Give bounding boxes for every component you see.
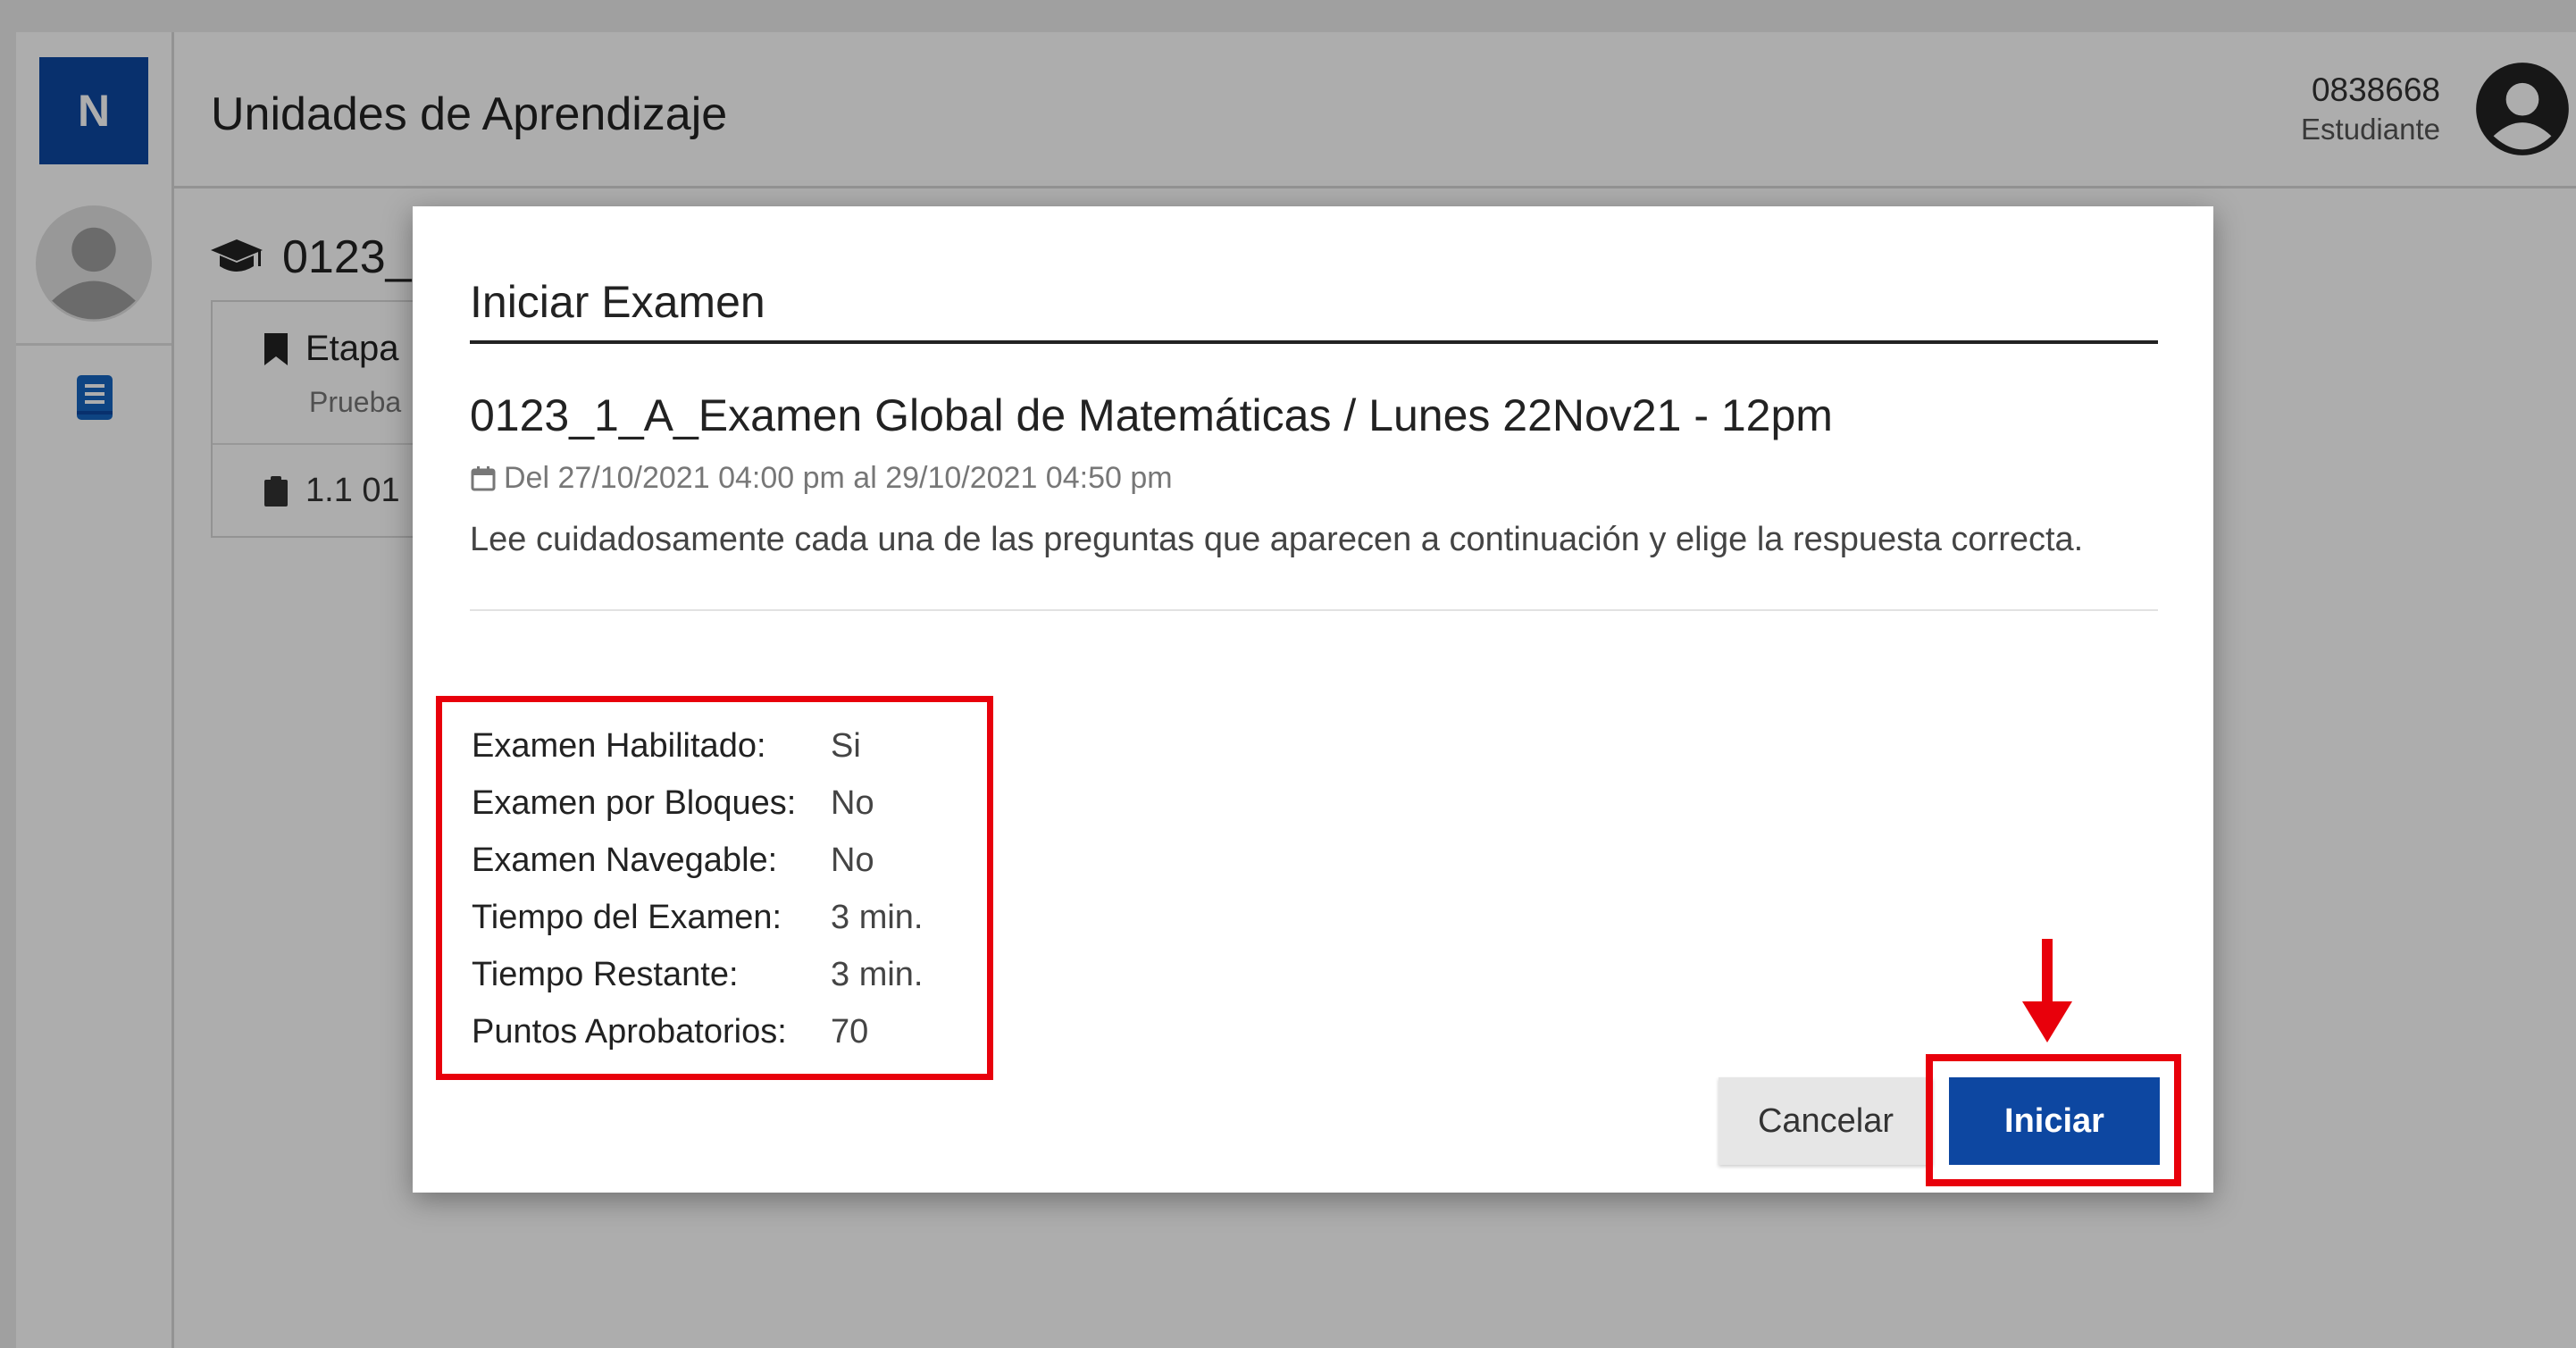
start-exam-button[interactable]: Iniciar [1949,1077,2160,1165]
info-value: 3 min. [831,955,924,993]
info-label: Examen Habilitado: [472,726,766,765]
info-label: Examen Navegable: [472,841,778,879]
info-label: Tiempo Restante: [472,955,739,993]
info-label: Tiempo del Examen: [472,898,782,936]
dialog-title: Iniciar Examen [470,277,765,327]
cancel-button[interactable]: Cancelar [1719,1077,1933,1165]
info-row: Tiempo Restante: 3 min. [472,946,923,1003]
info-value: 3 min. [831,898,924,936]
exam-name: 0123_1_A_Examen Global de Matemáticas / … [470,390,1833,440]
info-value: No [831,841,874,879]
info-label: Puntos Aprobatorios: [472,1012,787,1051]
info-value: No [831,783,874,822]
date-range-text: Del 27/10/2021 04:00 pm al 29/10/2021 04… [504,461,1173,495]
info-row: Examen Navegable: No [472,832,923,889]
info-label: Examen por Bloques: [472,783,797,822]
info-value: Si [831,726,861,765]
info-row: Examen por Bloques: No [472,774,923,832]
info-row: Puntos Aprobatorios: 70 [472,1003,923,1060]
divider [470,609,2158,611]
arrow-down-icon [2022,939,2072,1042]
calendar-icon [471,465,496,490]
divider [470,340,2158,344]
exam-info-list: Examen Habilitado: Si Examen por Bloques… [472,717,923,1060]
exam-description: Lee cuidadosamente cada una de las pregu… [470,521,2084,558]
info-row: Examen Habilitado: Si [472,717,923,774]
exam-date-range: Del 27/10/2021 04:00 pm al 29/10/2021 04… [470,461,1173,496]
info-value: 70 [831,1012,869,1051]
info-row: Tiempo del Examen: 3 min. [472,889,923,946]
start-exam-dialog: Iniciar Examen 0123_1_A_Examen Global de… [413,206,2213,1193]
